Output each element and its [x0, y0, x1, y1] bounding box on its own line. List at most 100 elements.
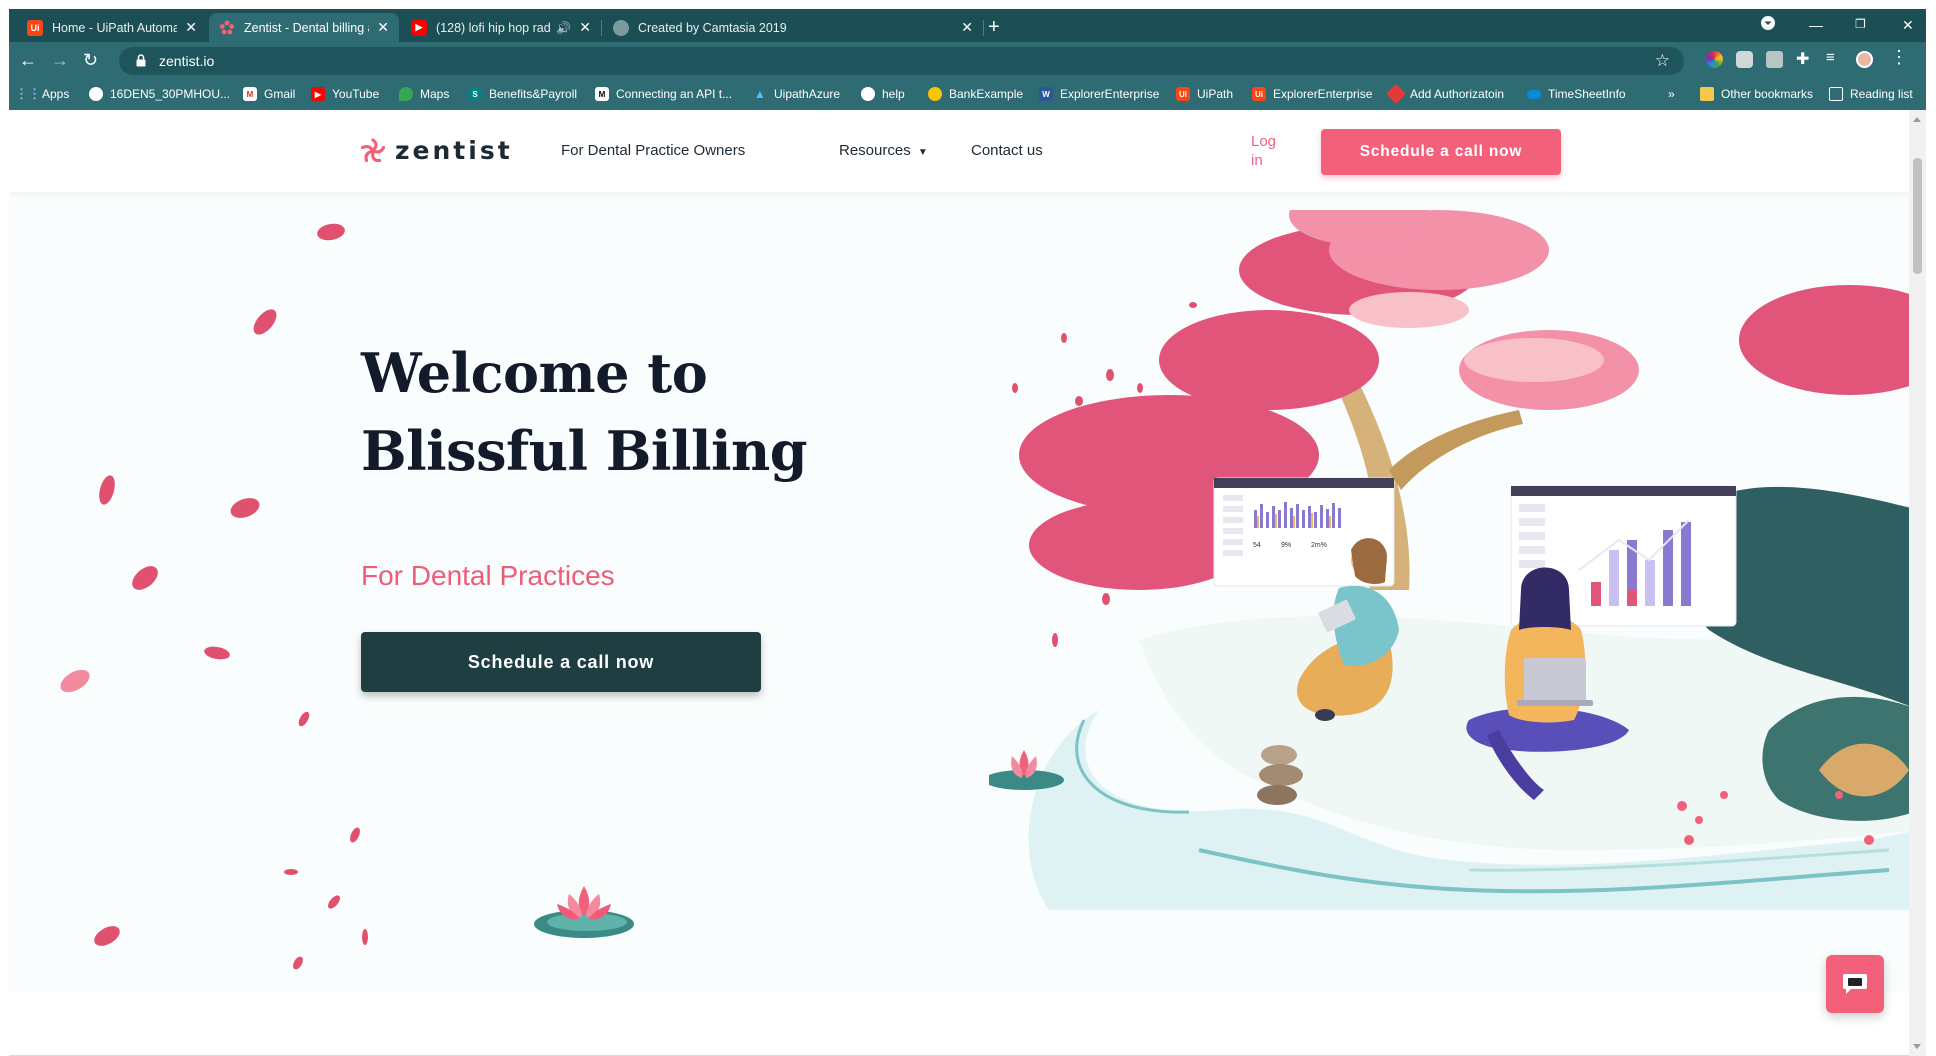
extensions-puzzle-icon[interactable]: ✚: [1796, 49, 1813, 68]
bookmark-label: Add Authorizatoin: [1410, 87, 1505, 101]
bookmark-explorerenterprise-2[interactable]: Ui ExplorerEnterprise: [1252, 87, 1372, 101]
tab-uipath-home[interactable]: Ui Home - UiPath Automation Clou ✕: [17, 13, 207, 42]
media-control-icon[interactable]: ≡: [1826, 49, 1843, 66]
hero-subtitle: For Dental Practices: [361, 560, 615, 591]
zentist-logo-icon: [360, 137, 386, 162]
coin-icon: [928, 87, 942, 101]
page-scrollbar[interactable]: [1909, 110, 1926, 1056]
bookmark-reading-list[interactable]: Reading list: [1829, 87, 1913, 101]
bookmark-other-bookmarks[interactable]: Other bookmarks: [1700, 87, 1813, 101]
uipath-icon: Ui: [1252, 87, 1266, 101]
close-icon[interactable]: ✕: [579, 19, 591, 36]
bookmark-bankexample[interactable]: BankExample: [928, 87, 1023, 101]
tab-title: (128) lofi hip hop radio - bea: [436, 20, 551, 35]
bookmark-help[interactable]: help: [861, 87, 905, 101]
nav-for-dental-practice-owners[interactable]: For Dental Practice Owners: [561, 142, 745, 159]
close-icon[interactable]: ✕: [961, 19, 973, 36]
tab-search-icon[interactable]: [1760, 15, 1776, 34]
url-text[interactable]: zentist.io: [159, 53, 214, 69]
bookmark-16den5[interactable]: 16DEN5_30PMHOU...: [89, 87, 230, 101]
scroll-up-arrow-icon[interactable]: [1913, 117, 1921, 122]
youtube-icon: ▶: [411, 19, 427, 36]
globe-icon: [613, 19, 629, 36]
profile-avatar[interactable]: [1856, 51, 1873, 68]
tab-separator: [601, 20, 602, 36]
zentist-icon: [219, 20, 235, 36]
bookmark-youtube[interactable]: ▶ YouTube: [311, 87, 379, 101]
browser-window: Ui Home - UiPath Automation Clou ✕ Zenti…: [9, 9, 1926, 110]
github-icon: [861, 87, 875, 101]
bookmark-label: Reading list: [1850, 87, 1913, 101]
hero-title: Welcome to Blissful Billing: [361, 334, 808, 490]
tab-zentist[interactable]: Zentist - Dental billing and claim ✕: [209, 13, 399, 42]
hero-schedule-call-button[interactable]: Schedule a call now: [361, 632, 761, 692]
medium-icon: M: [595, 87, 609, 101]
onedrive-icon: [1527, 89, 1541, 99]
bookmark-star-icon[interactable]: ☆: [1655, 51, 1670, 71]
bookmark-maps[interactable]: Maps: [399, 87, 449, 101]
uipath-icon: Ui: [27, 19, 43, 36]
browser-toolbar: ← → ↻ zentist.io ☆ ✚ ≡ ⋮: [9, 42, 1926, 80]
extension-icon[interactable]: [1766, 51, 1783, 68]
new-tab-button[interactable]: +: [988, 17, 1000, 37]
lock-icon: [136, 54, 146, 67]
address-bar[interactable]: zentist.io ☆: [119, 47, 1684, 75]
bookmark-benefits-payroll[interactable]: S Benefits&Payroll: [468, 87, 577, 101]
header-schedule-call-button[interactable]: Schedule a call now: [1321, 129, 1561, 175]
close-window-icon[interactable]: ✕: [1902, 17, 1914, 34]
stacked-stones-illustration: [1257, 745, 1303, 805]
scroll-down-arrow-icon[interactable]: [1913, 1044, 1921, 1049]
reading-list-icon: [1829, 87, 1843, 101]
zentist-logo[interactable]: zentist: [359, 136, 513, 165]
card-metric-2: 9%: [1281, 542, 1291, 549]
bookmarks-bar: ⋮⋮ Apps 16DEN5_30PMHOU... M Gmail ▶ YouTube…: [9, 80, 1926, 110]
chat-bubble-icon: [1842, 973, 1868, 995]
chat-widget-button[interactable]: [1826, 955, 1884, 1013]
close-icon[interactable]: ✕: [185, 19, 197, 36]
tab-separator: [983, 20, 984, 36]
scrollbar-thumb[interactable]: [1913, 158, 1922, 274]
bookmark-uipath[interactable]: Ui UiPath: [1176, 87, 1233, 101]
nav-resources[interactable]: Resources ▼: [839, 142, 928, 159]
bookmark-gmail[interactable]: M Gmail: [243, 87, 295, 101]
overflow-chevron-icon: »: [1668, 87, 1675, 101]
color-picker-extension-icon[interactable]: [1706, 51, 1723, 68]
minimize-icon[interactable]: —: [1809, 17, 1823, 33]
nav-resources-label: Resources: [839, 142, 911, 159]
caret-down-icon: ▼: [917, 147, 928, 158]
bookmark-apps[interactable]: ⋮⋮ Apps: [15, 86, 70, 101]
menu-kebab-icon[interactable]: ⋮: [1890, 47, 1908, 67]
bookmark-timesheetinfo[interactable]: TimeSheetInfo: [1527, 87, 1626, 101]
bookmark-uipathazure[interactable]: ▲ UipathAzure: [753, 87, 840, 101]
youtube-icon: ▶: [311, 87, 325, 101]
hero-title-line2: Blissful Billing: [361, 419, 808, 483]
bookmarks-overflow-button[interactable]: »: [1668, 87, 1675, 101]
bookmark-label: Other bookmarks: [1721, 87, 1814, 101]
forward-icon[interactable]: →: [51, 50, 69, 70]
close-icon[interactable]: ✕: [377, 19, 389, 36]
bookmark-label: UipathAzure: [774, 87, 841, 101]
bookmark-label: UiPath: [1197, 87, 1234, 101]
bookmark-label: Apps: [42, 87, 70, 101]
tab-title: Home - UiPath Automation Clou: [52, 20, 178, 35]
restore-icon[interactable]: ❐: [1855, 17, 1866, 31]
card-metric-1: 54: [1253, 542, 1261, 549]
web-page: zentist For Dental Practice Owners Resou…: [9, 110, 1909, 1056]
bookmark-label: Gmail: [264, 87, 296, 101]
site-header: zentist For Dental Practice Owners Resou…: [9, 110, 1909, 192]
login-link[interactable]: Log in: [1251, 132, 1291, 170]
nav-contact-us[interactable]: Contact us: [971, 142, 1043, 159]
reload-icon[interactable]: ↻: [83, 50, 98, 70]
lotus-flower-illustration: [534, 886, 634, 938]
back-icon[interactable]: ←: [19, 50, 37, 70]
tab-camtasia[interactable]: Created by Camtasia 2019 ✕: [603, 13, 984, 42]
speaker-icon[interactable]: 🔊: [556, 21, 571, 35]
tab-lofi-radio[interactable]: ▶ (128) lofi hip hop radio - bea 🔊 ✕: [401, 13, 602, 42]
bookmark-label: BankExample: [949, 87, 1024, 101]
extension-icon[interactable]: [1736, 51, 1753, 68]
bookmark-add-authorizatoin[interactable]: Add Authorizatoin: [1386, 84, 1505, 104]
tab-strip: Ui Home - UiPath Automation Clou ✕ Zenti…: [9, 9, 1926, 42]
bookmark-explorerenterprise[interactable]: W ExplorerEnterprise: [1039, 87, 1159, 101]
bookmark-connecting-api[interactable]: M Connecting an API t...: [595, 87, 732, 101]
tab-title: Zentist - Dental billing and claim: [244, 20, 369, 35]
